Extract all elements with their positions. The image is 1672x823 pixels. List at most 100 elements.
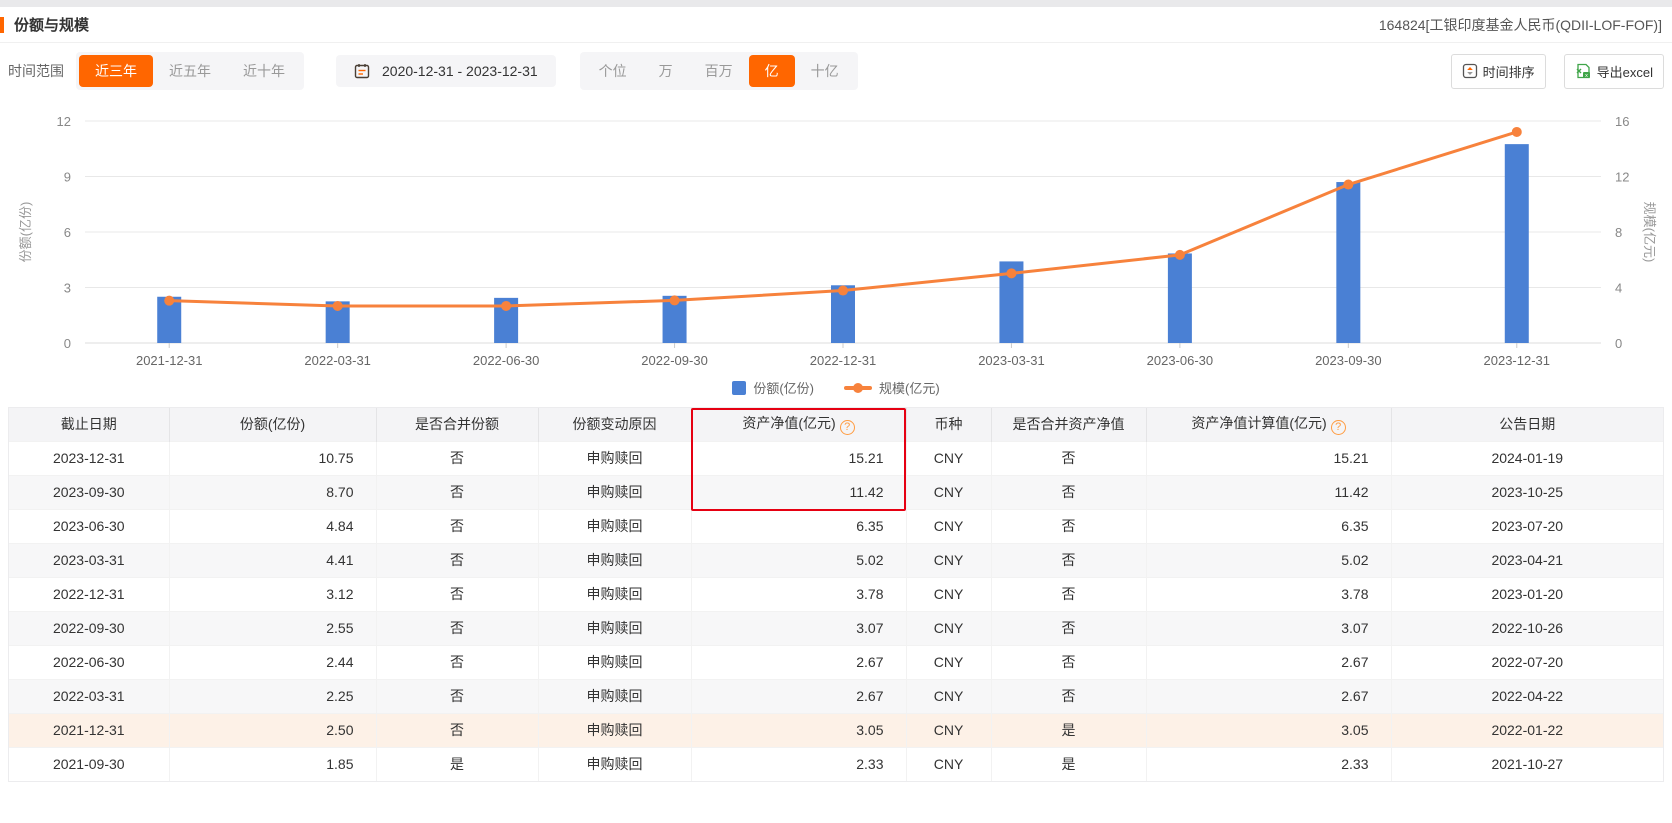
cell-0: 2022-12-31 (9, 577, 169, 611)
cell-3: 申购赎回 (538, 509, 691, 543)
x-axis-label: 2021-12-31 (136, 353, 203, 368)
top-edge-strip (0, 0, 1672, 7)
cell-1: 8.70 (169, 475, 376, 509)
table-row-2023-03-31[interactable]: 2023-03-314.41否申购赎回5.02CNY否5.022023-04-2… (9, 543, 1663, 577)
cell-8: 2022-04-22 (1391, 679, 1663, 713)
column-header-label: 公告日期 (1499, 416, 1555, 432)
cell-1: 4.41 (169, 543, 376, 577)
cell-5: CNY (906, 543, 991, 577)
cell-4: 11.42 (691, 475, 906, 509)
legend-label: 份额(亿份) (753, 378, 814, 397)
cell-1: 1.85 (169, 747, 376, 781)
line-point-2022-06-30[interactable] (501, 301, 511, 311)
cell-3: 申购赎回 (538, 645, 691, 679)
cell-6: 否 (991, 611, 1146, 645)
line-point-2023-12-31[interactable] (1512, 127, 1522, 137)
range-button-0[interactable]: 近三年 (79, 55, 153, 87)
export-excel-label: 导出excel (1597, 62, 1653, 81)
column-header-4: 资产净值(亿元)? (691, 408, 906, 441)
line-point-2023-03-31[interactable] (1006, 268, 1016, 278)
bar-2023-12-31[interactable] (1505, 144, 1529, 343)
cell-4: 15.21 (691, 441, 906, 475)
cell-7: 3.05 (1146, 713, 1391, 747)
share-scale-table-wrap: 截止日期份额(亿份)是否合并份额份额变动原因资产净值(亿元)?币种是否合并资产净… (8, 407, 1664, 782)
legend-label: 规模(亿元) (879, 378, 940, 397)
cell-2: 否 (376, 543, 538, 577)
table-row-2022-09-30[interactable]: 2022-09-302.55否申购赎回3.07CNY否3.072022-10-2… (9, 611, 1663, 645)
table-row-2022-03-31[interactable]: 2022-03-312.25否申购赎回2.67CNY否2.672022-04-2… (9, 679, 1663, 713)
cell-0: 2022-03-31 (9, 679, 169, 713)
cell-5: CNY (906, 645, 991, 679)
line-point-2023-09-30[interactable] (1343, 180, 1353, 190)
export-excel-button[interactable]: x 导出excel (1564, 54, 1664, 89)
line-point-2021-12-31[interactable] (164, 296, 174, 306)
line-point-2023-06-30[interactable] (1175, 250, 1185, 260)
cell-3: 申购赎回 (538, 679, 691, 713)
help-question-icon[interactable]: ? (1331, 420, 1346, 435)
cell-6: 是 (991, 713, 1146, 747)
column-header-5: 币种 (906, 408, 991, 441)
time-sort-button[interactable]: 时间排序 (1451, 54, 1546, 89)
column-header-label: 份额(亿份) (240, 416, 305, 432)
cell-4: 5.02 (691, 543, 906, 577)
unit-button-0[interactable]: 个位 (583, 55, 643, 87)
cell-8: 2024-01-19 (1391, 441, 1663, 475)
x-axis-label: 2022-03-31 (304, 353, 371, 368)
cell-0: 2023-12-31 (9, 441, 169, 475)
table-row-2022-12-31[interactable]: 2022-12-313.12否申购赎回3.78CNY否3.782023-01-2… (9, 577, 1663, 611)
cell-4: 2.33 (691, 747, 906, 781)
cell-8: 2021-10-27 (1391, 747, 1663, 781)
table-row-2021-09-30[interactable]: 2021-09-301.85是申购赎回2.33CNY是2.332021-10-2… (9, 747, 1663, 781)
legend-item-share[interactable]: 份额(亿份) (732, 378, 814, 397)
unit-button-1[interactable]: 万 (643, 55, 689, 87)
line-point-2022-09-30[interactable] (670, 295, 680, 305)
column-header-label: 资产净值(亿元) (742, 415, 835, 431)
cell-3: 申购赎回 (538, 441, 691, 475)
cell-6: 否 (991, 645, 1146, 679)
cell-0: 2021-09-30 (9, 747, 169, 781)
cell-7: 15.21 (1146, 441, 1391, 475)
cell-1: 2.44 (169, 645, 376, 679)
toolbar: 时间范围 近三年近五年近十年 2020-12-31 - 2023-12-31 个… (0, 43, 1672, 99)
table-row-2021-12-31[interactable]: 2021-12-312.50否申购赎回3.05CNY是3.052022-01-2… (9, 713, 1663, 747)
column-header-8: 公告日期 (1391, 408, 1663, 441)
help-question-icon[interactable]: ? (840, 420, 855, 435)
x-axis-label: 2022-09-30 (641, 353, 708, 368)
page-title: 份额与规模 (14, 14, 89, 35)
bar-2023-09-30[interactable] (1336, 182, 1360, 343)
column-header-label: 资产净值计算值(亿元) (1191, 415, 1326, 431)
cell-6: 否 (991, 509, 1146, 543)
calendar-icon (354, 63, 370, 79)
range-button-2[interactable]: 近十年 (227, 55, 301, 87)
table-header-row: 截止日期份额(亿份)是否合并份额份额变动原因资产净值(亿元)?币种是否合并资产净… (9, 408, 1663, 441)
bar-2023-06-30[interactable] (1168, 253, 1192, 343)
range-button-1[interactable]: 近五年 (153, 55, 227, 87)
unit-button-2[interactable]: 百万 (689, 55, 749, 87)
left-axis-tick: 12 (57, 114, 71, 129)
right-axis-tick: 8 (1615, 225, 1622, 240)
date-range-picker[interactable]: 2020-12-31 - 2023-12-31 (336, 55, 556, 87)
cell-3: 申购赎回 (538, 475, 691, 509)
unit-button-4[interactable]: 十亿 (795, 55, 855, 87)
table-row-2023-12-31[interactable]: 2023-12-3110.75否申购赎回15.21CNY否15.212024-0… (9, 441, 1663, 475)
cell-2: 否 (376, 577, 538, 611)
cell-7: 5.02 (1146, 543, 1391, 577)
cell-1: 2.55 (169, 611, 376, 645)
time-range-button-group: 近三年近五年近十年 (76, 52, 304, 90)
column-header-label: 币种 (935, 416, 963, 432)
table-row-2023-09-30[interactable]: 2023-09-308.70否申购赎回11.42CNY否11.422023-10… (9, 475, 1663, 509)
legend-item-scale[interactable]: 规模(亿元) (844, 378, 940, 397)
line-point-2022-03-31[interactable] (333, 301, 343, 311)
cell-7: 11.42 (1146, 475, 1391, 509)
cell-4: 6.35 (691, 509, 906, 543)
cell-2: 否 (376, 611, 538, 645)
unit-button-3[interactable]: 亿 (749, 55, 795, 87)
x-axis-label: 2022-12-31 (810, 353, 877, 368)
cell-2: 否 (376, 475, 538, 509)
cell-7: 2.67 (1146, 679, 1391, 713)
x-axis-label: 2022-06-30 (473, 353, 540, 368)
table-row-2023-06-30[interactable]: 2023-06-304.84否申购赎回6.35CNY否6.352023-07-2… (9, 509, 1663, 543)
table-row-2022-06-30[interactable]: 2022-06-302.44否申购赎回2.67CNY否2.672022-07-2… (9, 645, 1663, 679)
cell-3: 申购赎回 (538, 611, 691, 645)
line-point-2022-12-31[interactable] (838, 286, 848, 296)
